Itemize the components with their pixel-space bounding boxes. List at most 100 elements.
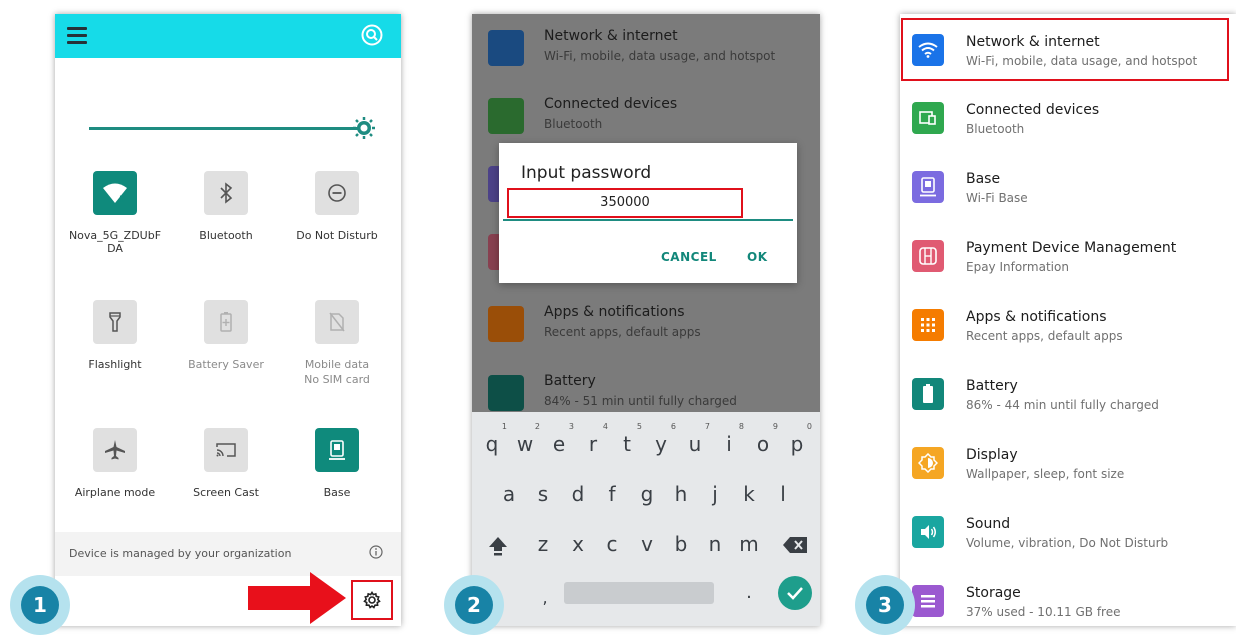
tile-base[interactable]: Base [277, 428, 397, 500]
key-o[interactable]: o9 [748, 422, 778, 456]
storage-icon [912, 585, 944, 617]
key-z[interactable]: z [528, 532, 558, 556]
key-f[interactable]: f [597, 482, 627, 506]
step-number: 2 [455, 586, 493, 624]
setting-subtitle: Wi-Fi, mobile, data usage, and hotspot [544, 49, 776, 63]
setting-subtitle: Wi-Fi Base [966, 191, 1028, 205]
menu-icon[interactable] [67, 27, 87, 44]
settings-gear-button[interactable] [351, 580, 393, 620]
svg-text:5: 5 [119, 195, 125, 204]
quick-settings-bottom-bar [55, 576, 401, 626]
setting-apps-notifications[interactable]: Apps & notifications Recent apps, defaul… [900, 293, 1236, 361]
setting-sound[interactable]: Sound Volume, vibration, Do Not Disturb [900, 500, 1236, 568]
battery-icon [488, 375, 524, 411]
setting-title: Payment Device Management [966, 240, 1177, 256]
gear-icon [363, 591, 381, 609]
setting-title: Connected devices [544, 96, 678, 112]
key-v[interactable]: v [632, 532, 662, 556]
setting-payment-device[interactable]: Payment Device Management Epay Informati… [900, 224, 1236, 292]
key-s[interactable]: s [528, 482, 558, 506]
tile-label: Airplane mode [74, 486, 156, 499]
key-t[interactable]: t5 [612, 422, 642, 456]
key-y[interactable]: y6 [646, 422, 676, 456]
shift-icon[interactable] [486, 534, 510, 558]
quick-settings-panel: 5 Nova_5G_ZDUbF DA Bluetooth Do Not Dist… [55, 14, 401, 626]
setting-title: Sound [966, 516, 1011, 532]
key-i[interactable]: i8 [714, 422, 744, 456]
key-m[interactable]: m [734, 532, 764, 556]
tile-do-not-disturb[interactable]: Do Not Disturb [277, 171, 397, 243]
brightness-icon[interactable] [352, 116, 376, 140]
password-input[interactable]: 350000 [507, 188, 743, 218]
tile-wifi[interactable]: 5 Nova_5G_ZDUbF DA [55, 171, 175, 255]
ok-button[interactable]: OK [747, 250, 768, 264]
key-x[interactable]: x [563, 532, 593, 556]
password-dialog-panel: Network & internet Wi-Fi, mobile, data u… [472, 14, 820, 626]
tile-airplane-mode[interactable]: Airplane mode [55, 428, 175, 500]
key-g[interactable]: g [632, 482, 662, 506]
key-w[interactable]: w2 [510, 422, 540, 456]
tile-label: Do Not Disturb [296, 229, 378, 242]
backspace-icon[interactable] [782, 536, 808, 554]
keyboard-row-2: a s d f g h j k l [472, 482, 820, 522]
key-q[interactable]: q1 [477, 422, 507, 456]
setting-title: Display [966, 447, 1018, 463]
setting-connected-devices[interactable]: Connected devices Bluetooth [900, 86, 1236, 154]
setting-subtitle: Bluetooth [544, 117, 603, 131]
apps-icon [488, 306, 524, 342]
key-c[interactable]: c [597, 532, 627, 556]
flashlight-icon [93, 300, 137, 344]
setting-title: Battery [544, 373, 596, 389]
cancel-button[interactable]: CANCEL [661, 250, 717, 264]
tile-label: Screen Cast [193, 486, 259, 499]
key-p[interactable]: p0 [782, 422, 812, 456]
key-n[interactable]: n [700, 532, 730, 556]
key-l[interactable]: l [768, 482, 798, 506]
key-r[interactable]: r4 [578, 422, 608, 456]
base-icon [315, 428, 359, 472]
setting-subtitle: 86% - 44 min until fully charged [966, 398, 1159, 412]
info-icon[interactable] [369, 545, 383, 559]
setting-title: Base [966, 171, 1001, 187]
tile-screen-cast[interactable]: Screen Cast [166, 428, 286, 500]
tile-mobile-data[interactable]: Mobile data No SIM card [277, 300, 397, 387]
setting-subtitle: 84% - 51 min until fully charged [544, 394, 737, 408]
setting-storage[interactable]: Storage 37% used - 10.11 GB free [900, 569, 1236, 626]
step-badge-1: 1 [10, 575, 70, 635]
tile-label: Flashlight [88, 358, 142, 371]
setting-title: Storage [966, 585, 1021, 601]
brightness-slider[interactable] [89, 127, 359, 130]
spacebar[interactable] [564, 582, 714, 604]
key-comma[interactable]: , [530, 588, 560, 607]
managed-text: Device is managed by your organization [69, 547, 292, 560]
key-u[interactable]: u7 [680, 422, 710, 456]
setting-battery[interactable]: Battery 86% - 44 min until fully charged [900, 362, 1236, 430]
key-b[interactable]: b [666, 532, 696, 556]
key-k[interactable]: k [734, 482, 764, 506]
key-e[interactable]: e3 [544, 422, 574, 456]
key-a[interactable]: a [494, 482, 524, 506]
wifi-icon [488, 30, 524, 66]
key-j[interactable]: j [700, 482, 730, 506]
key-d[interactable]: d [563, 482, 593, 506]
setting-base[interactable]: Base Wi-Fi Base [900, 155, 1236, 223]
key-h[interactable]: h [666, 482, 696, 506]
tile-bluetooth[interactable]: Bluetooth [166, 171, 286, 243]
wifi-icon: 5 [93, 171, 137, 215]
quick-settings-header [55, 14, 401, 58]
setting-title: Apps & notifications [544, 304, 685, 320]
cast-icon [204, 428, 248, 472]
step-number: 1 [21, 586, 59, 624]
tile-battery-saver[interactable]: Battery Saver [166, 300, 286, 372]
tile-flashlight[interactable]: Flashlight [55, 300, 175, 372]
key-period[interactable]: . [734, 582, 764, 603]
search-icon[interactable] [361, 24, 383, 46]
setting-display[interactable]: Display Wallpaper, sleep, font size [900, 431, 1236, 499]
highlight-box [901, 18, 1229, 81]
step-number: 3 [866, 586, 904, 624]
battery-saver-icon [204, 300, 248, 344]
enter-button[interactable] [778, 576, 812, 610]
devices-icon [488, 98, 524, 134]
tile-label: Base [323, 486, 351, 499]
base-icon [912, 171, 944, 203]
